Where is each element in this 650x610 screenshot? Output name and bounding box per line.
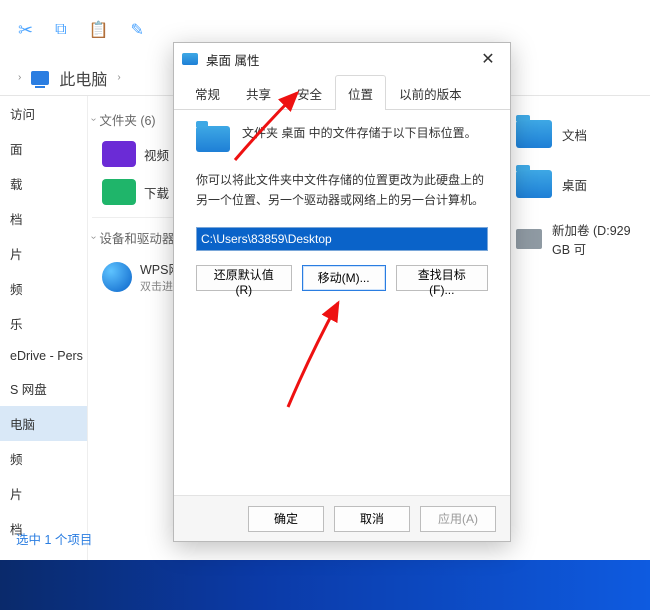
dialog-body: 文件夹 桌面 中的文件存储于以下目标位置。 你可以将此文件夹中文件存储的位置更改… bbox=[174, 110, 510, 495]
list-item-label: 新加卷 (D: bbox=[552, 224, 610, 238]
dialog-footer: 确定 取消 应用(A) bbox=[174, 495, 510, 541]
restore-defaults-button[interactable]: 还原默认值(R) bbox=[196, 265, 292, 291]
tab-bar: 常规共享安全位置以前的版本 bbox=[174, 75, 510, 110]
nav-sidebar[interactable]: 访问面载档片频乐eDrive - PersS 网盘电脑频片档 bbox=[0, 96, 88, 560]
address-text: 此电脑 bbox=[59, 66, 107, 90]
chevron-left-icon: › bbox=[18, 72, 21, 83]
tab-1[interactable]: 共享 bbox=[233, 75, 284, 110]
list-item[interactable]: 文档 bbox=[516, 120, 636, 148]
chevron-down-icon: › bbox=[88, 118, 99, 121]
chevron-right-icon: › bbox=[117, 72, 120, 83]
close-button[interactable]: ✕ bbox=[474, 49, 502, 69]
description-text: 你可以将此文件夹中文件存储的位置更改为此硬盘上的另一个位置、另一个驱动器或网络上… bbox=[196, 170, 488, 211]
cut-icon[interactable]: ✂ bbox=[18, 20, 33, 41]
copy-icon[interactable]: ⧉ bbox=[55, 21, 66, 39]
ok-button[interactable]: 确定 bbox=[248, 506, 324, 532]
path-input[interactable] bbox=[196, 227, 488, 251]
properties-dialog: 桌面 属性 ✕ 常规共享安全位置以前的版本 文件夹 桌面 中的文件存储于以下目标… bbox=[173, 42, 511, 542]
tab-3[interactable]: 位置 bbox=[335, 75, 386, 110]
desktop-folder-icon bbox=[196, 126, 230, 152]
cancel-button[interactable]: 取消 bbox=[334, 506, 410, 532]
header-text: 文件夹 桌面 中的文件存储于以下目标位置。 bbox=[242, 124, 477, 143]
sidebar-item[interactable]: eDrive - Pers bbox=[0, 341, 87, 371]
tree-item-label: 下载 bbox=[144, 183, 169, 202]
sidebar-item[interactable]: 频 bbox=[0, 271, 87, 306]
right-pane: 文档桌面新加卷 (D:929 GB 可 bbox=[516, 120, 636, 280]
move-button[interactable]: 移动(M)... bbox=[302, 265, 386, 291]
devices-header-label: 设备和驱动器 bbox=[99, 228, 174, 247]
find-target-button[interactable]: 查找目标(F)... bbox=[396, 265, 488, 291]
tree-item-label: 视频 bbox=[144, 145, 169, 164]
chevron-down-icon: › bbox=[88, 236, 99, 239]
sidebar-item[interactable]: 面 bbox=[0, 131, 87, 166]
folder-thumb-icon bbox=[102, 141, 136, 167]
folder-thumb-icon bbox=[102, 179, 136, 205]
dialog-titlebar[interactable]: 桌面 属性 ✕ bbox=[174, 43, 510, 75]
sidebar-item[interactable]: 载 bbox=[0, 166, 87, 201]
folder-icon bbox=[516, 120, 552, 148]
cloud-icon bbox=[102, 262, 132, 292]
sidebar-item[interactable]: 电脑 bbox=[0, 406, 87, 441]
tab-4[interactable]: 以前的版本 bbox=[386, 75, 475, 110]
apply-button[interactable]: 应用(A) bbox=[420, 506, 496, 532]
sidebar-item[interactable]: 档 bbox=[0, 201, 87, 236]
sidebar-item[interactable]: 片 bbox=[0, 476, 87, 511]
sidebar-item[interactable]: S 网盘 bbox=[0, 371, 87, 406]
list-item[interactable]: 新加卷 (D:929 GB 可 bbox=[516, 220, 636, 258]
dialog-title: 桌面 属性 bbox=[206, 50, 474, 69]
pc-icon bbox=[31, 71, 49, 85]
list-item-label: 文档 bbox=[562, 129, 587, 143]
list-item[interactable]: 桌面 bbox=[516, 170, 636, 198]
tab-0[interactable]: 常规 bbox=[182, 75, 233, 110]
sidebar-item[interactable]: 访问 bbox=[0, 96, 87, 131]
tab-2[interactable]: 安全 bbox=[284, 75, 335, 110]
desktop-folder-icon bbox=[182, 53, 198, 65]
drive-icon bbox=[516, 229, 542, 249]
sidebar-item[interactable]: 频 bbox=[0, 441, 87, 476]
folders-header-label: 文件夹 (6) bbox=[99, 110, 155, 129]
folder-icon bbox=[516, 170, 552, 198]
status-bar: 选中 1 个项目 bbox=[16, 529, 92, 548]
paste-icon[interactable]: 📋 bbox=[89, 20, 109, 40]
desktop-wallpaper-strip bbox=[0, 560, 650, 610]
sidebar-item[interactable]: 乐 bbox=[0, 306, 87, 341]
rename-icon[interactable]: ✎ bbox=[130, 20, 143, 40]
list-item-label: 桌面 bbox=[562, 179, 587, 193]
sidebar-item[interactable]: 片 bbox=[0, 236, 87, 271]
